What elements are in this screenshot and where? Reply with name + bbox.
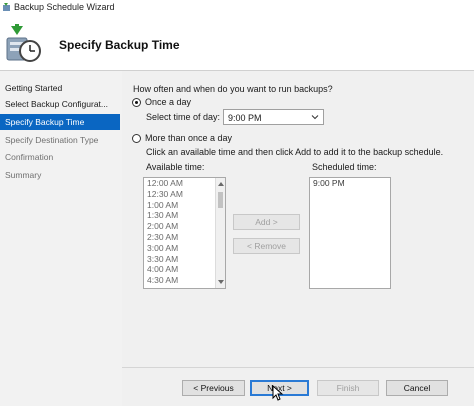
window-title: Backup Schedule Wizard	[14, 2, 115, 12]
scroll-thumb[interactable]	[218, 192, 223, 208]
nav-item-specify-destination-type: Specify Destination Type	[5, 135, 99, 145]
available-time-item[interactable]: 3:30 AM	[144, 254, 225, 265]
remove-time-button[interactable]: < Remove	[233, 238, 300, 254]
time-of-day-value: 9:00 PM	[228, 113, 262, 123]
more-than-once-radio[interactable]	[132, 134, 141, 143]
more-than-once-label[interactable]: More than once a day	[145, 133, 232, 143]
available-time-item[interactable]: 4:30 AM	[144, 275, 225, 286]
nav-item-select-backup-configuration[interactable]: Select Backup Configurat...	[0, 96, 120, 112]
cancel-button[interactable]: Cancel	[386, 380, 448, 396]
select-time-label: Select time of day:	[146, 112, 221, 122]
scroll-up-arrow-icon[interactable]	[218, 181, 224, 187]
available-time-item[interactable]: 1:00 AM	[144, 200, 225, 211]
wizard-steps-nav: Getting Started Select Backup Configurat…	[0, 71, 122, 406]
nav-item-getting-started[interactable]: Getting Started	[0, 80, 120, 96]
available-time-item[interactable]: 2:00 AM	[144, 221, 225, 232]
add-time-button[interactable]: Add >	[233, 214, 300, 230]
available-time-item[interactable]: 1:30 AM	[144, 210, 225, 221]
chevron-down-icon	[311, 115, 319, 120]
schedule-instruction: Click an available time and then click A…	[146, 147, 444, 157]
nav-item-confirmation: Confirmation	[5, 152, 54, 162]
mouse-pointer-icon	[272, 385, 284, 401]
once-a-day-radio[interactable]	[132, 98, 141, 107]
scroll-down-arrow-icon[interactable]	[218, 279, 224, 285]
scheduled-time-item[interactable]: 9:00 PM	[310, 178, 390, 189]
finish-button[interactable]: Finish	[317, 380, 379, 396]
available-time-list[interactable]: 12:00 AM 12:30 AM 1:00 AM 1:30 AM 2:00 A…	[143, 177, 226, 289]
backup-schedule-clock-icon	[6, 24, 41, 62]
once-a-day-label[interactable]: Once a day	[145, 97, 191, 107]
scheduled-time-list[interactable]: 9:00 PM	[309, 177, 391, 289]
available-time-item[interactable]: 12:00 AM	[144, 178, 225, 189]
available-time-scrollbar[interactable]	[215, 178, 225, 288]
available-time-label: Available time:	[146, 162, 205, 172]
available-time-item[interactable]: 3:00 AM	[144, 243, 225, 254]
scheduled-time-label: Scheduled time:	[312, 162, 377, 172]
backup-app-icon	[3, 3, 10, 11]
page-title: Specify Backup Time	[59, 38, 180, 52]
wizard-header: Specify Backup Time	[0, 16, 474, 70]
available-time-item[interactable]: 12:30 AM	[144, 189, 225, 200]
previous-button[interactable]: < Previous	[182, 380, 245, 396]
window-titlebar: Backup Schedule Wizard	[0, 0, 474, 16]
time-of-day-select[interactable]: 9:00 PM	[223, 109, 324, 125]
nav-item-summary: Summary	[5, 170, 42, 180]
nav-item-specify-backup-time[interactable]: Specify Backup Time	[0, 114, 120, 130]
frequency-question: How often and when do you want to run ba…	[133, 84, 333, 94]
available-time-item[interactable]: 4:00 AM	[144, 264, 225, 275]
available-time-item[interactable]: 2:30 AM	[144, 232, 225, 243]
